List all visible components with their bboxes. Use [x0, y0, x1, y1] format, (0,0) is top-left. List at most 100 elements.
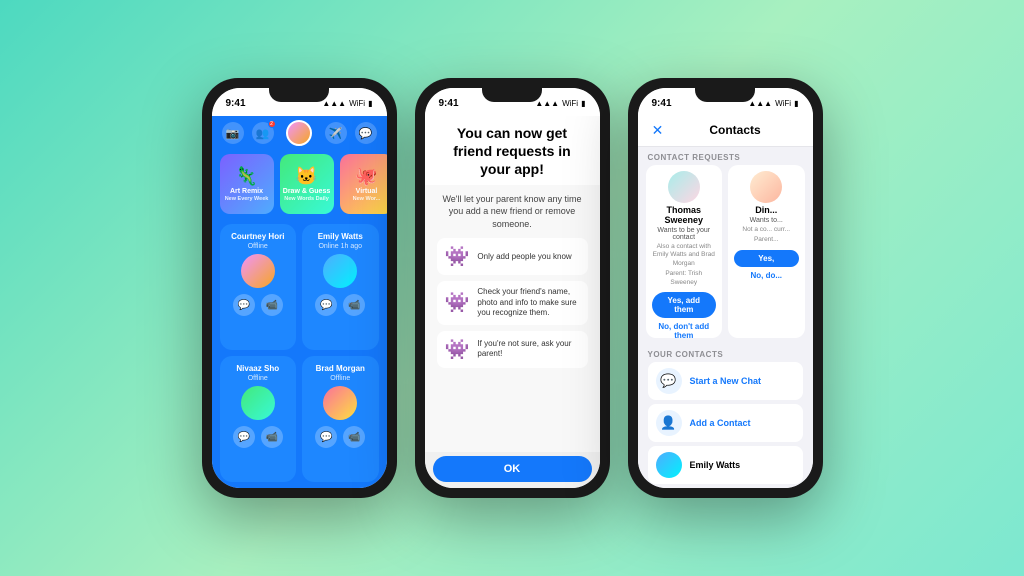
- send-icon[interactable]: ✈️: [325, 122, 347, 144]
- virtual-sub: New Wor...: [353, 196, 381, 202]
- status-icons-2: ▲▲▲ WiFi ▮: [535, 99, 585, 108]
- nivaaz-status: Offline: [248, 375, 268, 382]
- contact-brad[interactable]: Brad Morgan Offline 💬 📹: [302, 356, 379, 482]
- courtney-video-btn[interactable]: 📹: [261, 294, 283, 316]
- courtney-avatar: [241, 254, 275, 288]
- tip3-text: If you're not sure, ask your parent!: [477, 339, 579, 360]
- time-3: 9:41: [652, 98, 672, 109]
- battery-icon: ▮: [368, 99, 372, 108]
- thomas-info: Also a contact with Emily Watts and Brad…: [652, 243, 717, 268]
- p1-right-icons: ✈️ 💬: [325, 122, 377, 144]
- nivaaz-video-btn[interactable]: 📹: [261, 426, 283, 448]
- chat-icon[interactable]: 💬: [355, 122, 377, 144]
- brad-status: Offline: [330, 375, 350, 382]
- thomas-yes-button[interactable]: Yes, add them: [652, 292, 717, 318]
- tip-1: 👾 Only add people you know: [437, 238, 588, 275]
- contact-requests-row: Thomas Sweeney Wants to be your contact …: [638, 165, 813, 344]
- signal-icon-2: ▲▲▲: [535, 99, 559, 108]
- status-bar-3: 9:41 ▲▲▲ WiFi ▮: [638, 88, 813, 116]
- p2-body: We'll let your parent know any time you …: [425, 185, 600, 452]
- tip1-text: Only add people you know: [477, 252, 571, 262]
- din-info: Not a co... curr...: [742, 226, 790, 234]
- tip2-emoji: 👾: [445, 290, 470, 315]
- start-chat-row[interactable]: 💬 Start a New Chat: [648, 362, 803, 400]
- notch-3: [695, 88, 755, 102]
- status-icons-1: ▲▲▲ WiFi ▮: [322, 99, 372, 108]
- game-virtual[interactable]: 🐙 Virtual New Wor...: [340, 154, 387, 214]
- din-name: Din...: [755, 205, 777, 215]
- tip1-emoji: 👾: [445, 244, 470, 269]
- brad-chat-btn[interactable]: 💬: [315, 426, 337, 448]
- courtney-actions: 💬 📹: [233, 294, 283, 316]
- wifi-icon-3: WiFi: [775, 99, 791, 108]
- tip3-emoji: 👾: [445, 337, 470, 362]
- games-row: 🦎 Art Remix New Every Week 🐱 Draw & Gues…: [212, 150, 387, 218]
- people-icon[interactable]: 👥 2: [252, 122, 274, 144]
- draw-guess-emoji: 🐱: [295, 166, 317, 187]
- notification-badge: 2: [268, 120, 276, 128]
- emily-row[interactable]: Emily Watts: [648, 446, 803, 484]
- phone2-content: You can now get friend requests in your …: [425, 116, 600, 488]
- courtney-chat-btn[interactable]: 💬: [233, 294, 255, 316]
- brad-actions: 💬 📹: [315, 426, 365, 448]
- art-remix-title: Art Remix: [230, 188, 263, 196]
- phone3-content: ✕ Contacts CONTACT REQUESTS Thomas Sween…: [638, 116, 813, 488]
- contacts-grid: Courtney Hori Offline 💬 📹 Emily Watts On…: [212, 218, 387, 488]
- add-contact-row[interactable]: 👤 Add a Contact: [648, 404, 803, 442]
- request-thomas: Thomas Sweeney Wants to be your contact …: [646, 165, 723, 338]
- p2-header: You can now get friend requests in your …: [425, 116, 600, 185]
- signal-icon: ▲▲▲: [322, 99, 346, 108]
- phone-3: 9:41 ▲▲▲ WiFi ▮ ✕ Contacts CONTACT REQUE…: [628, 78, 823, 498]
- add-contact-label: Add a Contact: [690, 418, 751, 428]
- add-contact-icon: 👤: [656, 410, 682, 436]
- din-avatar: [750, 171, 782, 203]
- virtual-title: Virtual: [356, 188, 378, 196]
- thomas-avatar: [668, 171, 700, 203]
- phone1-content: 📷 👥 2 ✈️ 💬 🦎 Art Remix: [212, 116, 387, 488]
- game-art-remix[interactable]: 🦎 Art Remix New Every Week: [220, 154, 274, 214]
- start-chat-label: Start a New Chat: [690, 376, 762, 386]
- contact-nivaaz[interactable]: Nivaaz Sho Offline 💬 📹: [220, 356, 297, 482]
- din-no-button[interactable]: No, do...: [750, 271, 782, 280]
- user-avatar[interactable]: [286, 120, 312, 146]
- thomas-wants: Wants to be your contact: [652, 227, 717, 241]
- battery-icon-3: ▮: [794, 99, 798, 108]
- brad-video-btn[interactable]: 📹: [343, 426, 365, 448]
- emily-status: Online 1h ago: [318, 243, 362, 250]
- request-din: Din... Wants to... Not a co... curr... P…: [728, 165, 805, 338]
- draw-guess-title: Draw & Guess: [283, 188, 330, 196]
- emily-chat-btn[interactable]: 💬: [315, 294, 337, 316]
- camera-icon[interactable]: 📷: [222, 122, 244, 144]
- thomas-no-button[interactable]: No, don't add them: [652, 322, 717, 340]
- p3-header: ✕ Contacts: [638, 116, 813, 147]
- status-bar-2: 9:41 ▲▲▲ WiFi ▮: [425, 88, 600, 116]
- ok-button[interactable]: OK: [433, 456, 592, 482]
- your-contacts-label: YOUR CONTACTS: [638, 344, 813, 362]
- time-2: 9:41: [439, 98, 459, 109]
- notch-2: [482, 88, 542, 102]
- close-button[interactable]: ✕: [648, 120, 668, 140]
- brad-name: Brad Morgan: [316, 364, 365, 373]
- new-chat-icon: 💬: [656, 368, 682, 394]
- nivaaz-actions: 💬 📹: [233, 426, 283, 448]
- din-yes-button[interactable]: Yes,: [734, 250, 799, 267]
- contact-courtney[interactable]: Courtney Hori Offline 💬 📹: [220, 224, 297, 350]
- brad-avatar: [323, 386, 357, 420]
- battery-icon-2: ▮: [581, 99, 585, 108]
- status-icons-3: ▲▲▲ WiFi ▮: [748, 99, 798, 108]
- p2-title: You can now get friend requests in your …: [439, 124, 586, 179]
- game-draw-guess[interactable]: 🐱 Draw & Guess New Words Daily: [280, 154, 334, 214]
- art-remix-emoji: 🦎: [235, 166, 257, 187]
- draw-guess-sub: New Words Daily: [284, 196, 329, 202]
- p2-subtitle: We'll let your parent know any time you …: [437, 193, 588, 231]
- emily-p3-name: Emily Watts: [690, 460, 741, 470]
- nivaaz-chat-btn[interactable]: 💬: [233, 426, 255, 448]
- emily-name: Emily Watts: [318, 232, 363, 241]
- contacts-section: 💬 Start a New Chat 👤 Add a Contact Emily…: [638, 362, 813, 488]
- emily-p3-avatar: [656, 452, 682, 478]
- thomas-name: Thomas Sweeney: [652, 205, 717, 225]
- contact-emily[interactable]: Emily Watts Online 1h ago 💬 📹: [302, 224, 379, 350]
- emily-actions: 💬 📹: [315, 294, 365, 316]
- courtney-name: Courtney Hori: [231, 232, 284, 241]
- emily-video-btn[interactable]: 📹: [343, 294, 365, 316]
